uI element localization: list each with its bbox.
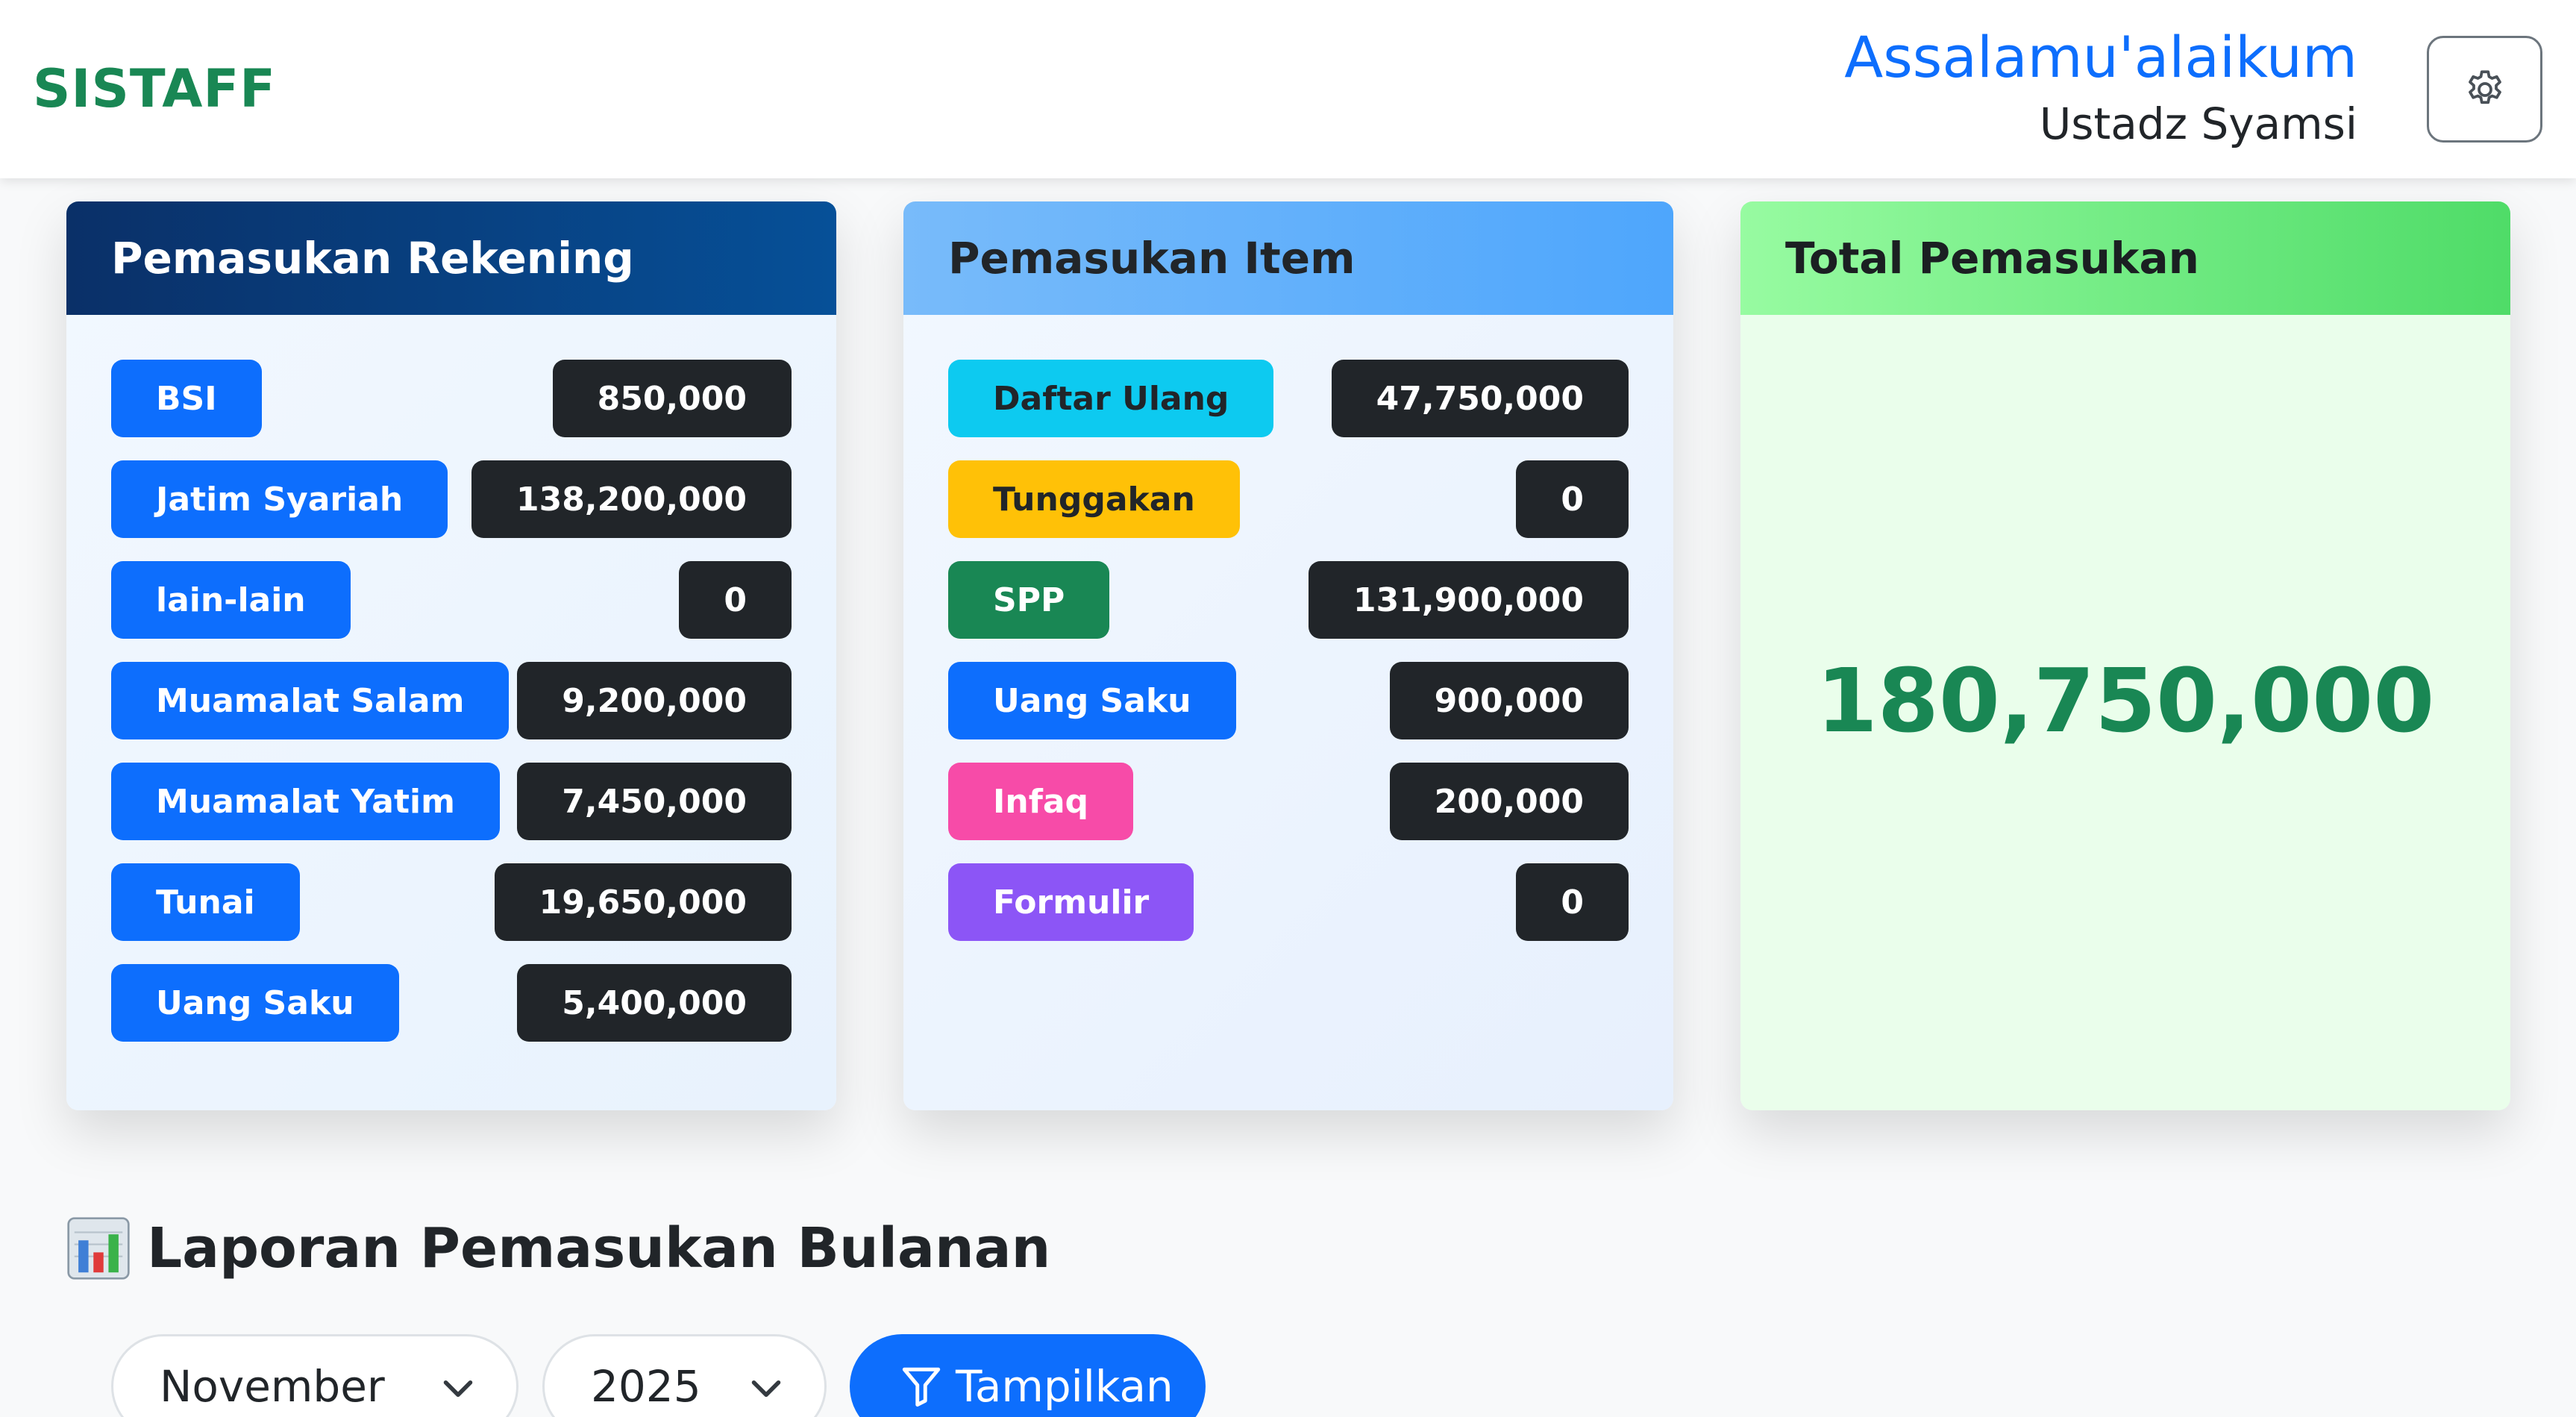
- rekening-label-badge: Muamalat Yatim: [111, 763, 500, 840]
- item-row: Formulir 0: [948, 863, 1629, 941]
- rekening-row: Tunai 19,650,000: [111, 863, 792, 941]
- rekening-list: BSI 850,000 Jatim Syariah 138,200,000 lain-l…: [66, 315, 836, 1042]
- rekening-row: Muamalat Yatim 7,450,000: [111, 763, 792, 840]
- rekening-row: Uang Saku 5,400,000: [111, 964, 792, 1042]
- bar-chart-icon: [67, 1217, 130, 1280]
- chevron-down-icon: [751, 1380, 781, 1397]
- rekening-value-badge: 7,450,000: [517, 763, 792, 840]
- month-select[interactable]: November: [111, 1334, 518, 1417]
- month-select-value: November: [160, 1361, 385, 1412]
- item-label-badge: SPP: [948, 561, 1110, 639]
- rekening-label-badge: Muamalat Salam: [111, 662, 510, 739]
- item-label-badge: Uang Saku: [948, 662, 1236, 739]
- total-value: 180,750,000: [1816, 649, 2435, 752]
- total-card-title: Total Pemasukan: [1740, 201, 2510, 315]
- rekening-row: Muamalat Salam 9,200,000: [111, 662, 792, 739]
- item-label-badge: Tunggakan: [948, 460, 1240, 538]
- show-report-button[interactable]: Tampilkan: [850, 1334, 1206, 1417]
- rekening-row: lain-lain 0: [111, 561, 792, 639]
- rekening-value-badge: 138,200,000: [471, 460, 792, 538]
- item-value-badge: 0: [1516, 863, 1629, 941]
- item-value-badge: 0: [1516, 460, 1629, 538]
- item-row: SPP 131,900,000: [948, 561, 1629, 639]
- item-card: Pemasukan Item Daftar Ulang 47,750,000 Tun…: [903, 201, 1673, 1110]
- item-row: Infaq 200,000: [948, 763, 1629, 840]
- rekening-value-badge: 5,400,000: [517, 964, 792, 1042]
- rekening-label-badge: Tunai: [111, 863, 300, 941]
- rekening-label-badge: lain-lain: [111, 561, 351, 639]
- year-select-value: 2025: [591, 1361, 701, 1412]
- item-label-badge: Daftar Ulang: [948, 360, 1274, 437]
- item-row: Tunggakan 0: [948, 460, 1629, 538]
- report-heading: Laporan Pemasukan Bulanan: [66, 1216, 1050, 1280]
- item-value-badge: 47,750,000: [1331, 360, 1629, 437]
- rekening-label-badge: BSI: [111, 360, 262, 437]
- item-label-badge: Infaq: [948, 763, 1134, 840]
- rekening-card-title: Pemasukan Rekening: [66, 201, 836, 315]
- greeting-text: Assalamu'alaikum: [1844, 24, 2357, 90]
- year-select[interactable]: 2025: [542, 1334, 827, 1417]
- rekening-value-badge: 0: [679, 561, 792, 639]
- top-navbar: SISTAFF Assalamu'alaikum Ustadz Syamsi: [0, 0, 2576, 178]
- rekening-value-badge: 850,000: [552, 360, 792, 437]
- item-value-badge: 131,900,000: [1309, 561, 1629, 639]
- item-row: Uang Saku 900,000: [948, 662, 1629, 739]
- settings-button[interactable]: [2427, 36, 2542, 143]
- item-value-badge: 900,000: [1389, 662, 1629, 739]
- rekening-value-badge: 19,650,000: [494, 863, 792, 941]
- rekening-row: BSI 850,000: [111, 360, 792, 437]
- gear-icon: [2468, 69, 2501, 104]
- item-list: Daftar Ulang 47,750,000 Tunggakan 0 SPP 131,9…: [903, 315, 1673, 941]
- rekening-label-badge: Uang Saku: [111, 964, 399, 1042]
- filter-icon: [902, 1367, 941, 1407]
- rekening-row: Jatim Syariah 138,200,000: [111, 460, 792, 538]
- chevron-down-icon: [443, 1380, 473, 1397]
- item-label-badge: Formulir: [948, 863, 1194, 941]
- item-row: Daftar Ulang 47,750,000: [948, 360, 1629, 437]
- item-value-badge: 200,000: [1389, 763, 1629, 840]
- total-card: Total Pemasukan 180,750,000: [1740, 201, 2510, 1110]
- rekening-label-badge: Jatim Syariah: [111, 460, 448, 538]
- rekening-value-badge: 9,200,000: [517, 662, 792, 739]
- app-brand[interactable]: SISTAFF: [33, 58, 276, 119]
- item-card-title: Pemasukan Item: [903, 201, 1673, 315]
- report-title: Laporan Pemasukan Bulanan: [147, 1216, 1051, 1280]
- user-name: Ustadz Syamsi: [2039, 98, 2357, 149]
- show-report-label: Tampilkan: [956, 1361, 1173, 1412]
- rekening-card: Pemasukan Rekening BSI 850,000 Jatim Syari…: [66, 201, 836, 1110]
